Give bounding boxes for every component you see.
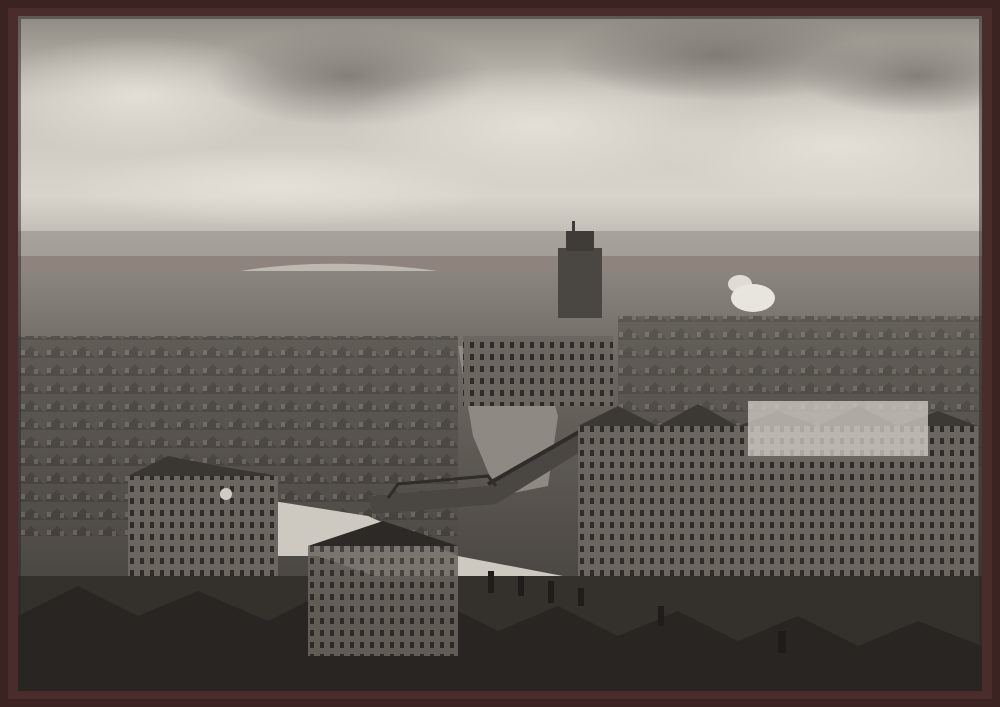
- clock-building: [128, 456, 278, 596]
- cityscape-photo: [18, 16, 982, 691]
- horizon-haze: [18, 231, 982, 271]
- building-central-block: [463, 336, 613, 406]
- photo-canvas: [18, 16, 982, 691]
